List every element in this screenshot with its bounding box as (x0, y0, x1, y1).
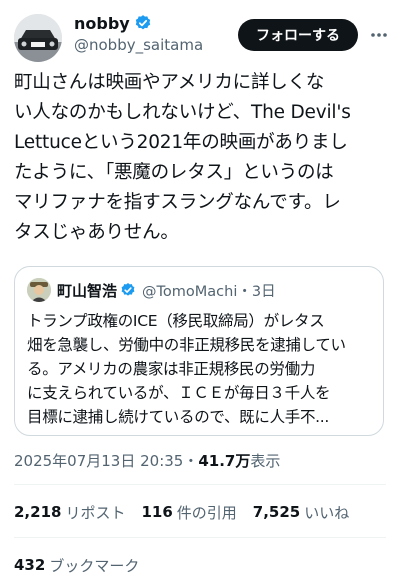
author-name-line: nobby (74, 12, 152, 34)
quoted-text-line: トランプ政権のICE（移民取締局）がレタス (27, 312, 325, 330)
person-avatar-image (27, 278, 51, 302)
bookmark-stats: 432 ブックマーク (14, 553, 155, 577)
more-options-icon[interactable] (368, 24, 390, 46)
tweet-meta: 2025年07月13日 20:35・ 41.7万 表示 (14, 448, 280, 472)
quoted-text-line: 畑を急襲し、労働中の非正規移民を逮捕してい (27, 336, 346, 354)
tweet-text-line: マリファナを指すスラングなんです。レ (14, 192, 341, 213)
bookmarks-stat[interactable]: 432 ブックマーク (14, 555, 139, 576)
quoted-tweet-card[interactable]: 町山智浩 @TomoMachi・3日 トランプ政権のICE（移民取締局）がレタス… (14, 266, 384, 436)
tweet-text-line: タスじゃありせん。 (14, 222, 179, 243)
quoted-text-line: 目標に逮捕し続けているので、既に人手不... (27, 408, 330, 426)
author-display-name[interactable]: nobby (74, 14, 130, 33)
reposts-label: リポスト (65, 503, 126, 522)
reposts-count: 2,218 (14, 503, 62, 521)
quoted-tweet-body: トランプ政権のICE（移民取締局）がレタス 畑を急襲し、労働中の非正規移民を逮捕… (27, 309, 377, 429)
follow-button[interactable]: フォローする (238, 19, 358, 51)
quotes-stat[interactable]: 116 件の引用 (141, 502, 236, 523)
tweet-text-line: たように、「悪魔のレタス」というのは (14, 162, 334, 183)
tweet-header: nobby @nobby_saitama フォローする (0, 0, 400, 62)
tweet-text-line: 町山さんは映画やアメリカに詳しくな (14, 72, 325, 93)
tweet-timestamp[interactable]: 2025年07月13日 20:35・ (14, 450, 198, 471)
tweet-text-line: Lettuceという2021年の映画がありまし (14, 132, 348, 153)
author-avatar[interactable] (14, 14, 62, 62)
bookmarks-label: ブックマーク (49, 556, 140, 575)
views-label: 表示 (250, 451, 281, 470)
likes-label: いいね (304, 503, 350, 522)
quoted-author-line: 町山智浩 @TomoMachi・3日 (57, 279, 276, 301)
engagement-stats: 2,218 リポスト 116 件の引用 7,525 いいね (14, 500, 365, 524)
likes-count: 7,525 (252, 503, 301, 521)
quoted-text-line: に支えられているが、ＩＣＥが毎日３千人を (27, 384, 331, 402)
tweet-text-line: い人なのかもしれないけど、The Devil's (14, 102, 351, 123)
quoted-author-avatar (27, 278, 51, 302)
author-handle[interactable]: @nobby_saitama (74, 36, 203, 54)
quoted-display-name: 町山智浩 (57, 281, 118, 300)
reposts-stat[interactable]: 2,218 リポスト (14, 502, 125, 523)
car-avatar-image (14, 14, 62, 62)
views-count: 41.7万 (198, 451, 251, 470)
verified-badge-icon (134, 14, 152, 32)
quoted-handle-time: @TomoMachi・3日 (142, 283, 276, 300)
quoted-text-line: る。アメリカの農家は非正規移民の労働力 (27, 360, 316, 378)
quotes-label: 件の引用 (176, 503, 237, 522)
quotes-count: 116 (141, 503, 173, 521)
bookmarks-count: 432 (14, 556, 46, 574)
verified-badge-icon (120, 282, 136, 298)
divider (14, 537, 386, 538)
tweet-body: 町山さんは映画やアメリカに詳しくな い人なのかもしれないけど、The Devil… (14, 68, 394, 248)
likes-stat[interactable]: 7,525 いいね (253, 502, 349, 523)
divider (14, 484, 386, 485)
